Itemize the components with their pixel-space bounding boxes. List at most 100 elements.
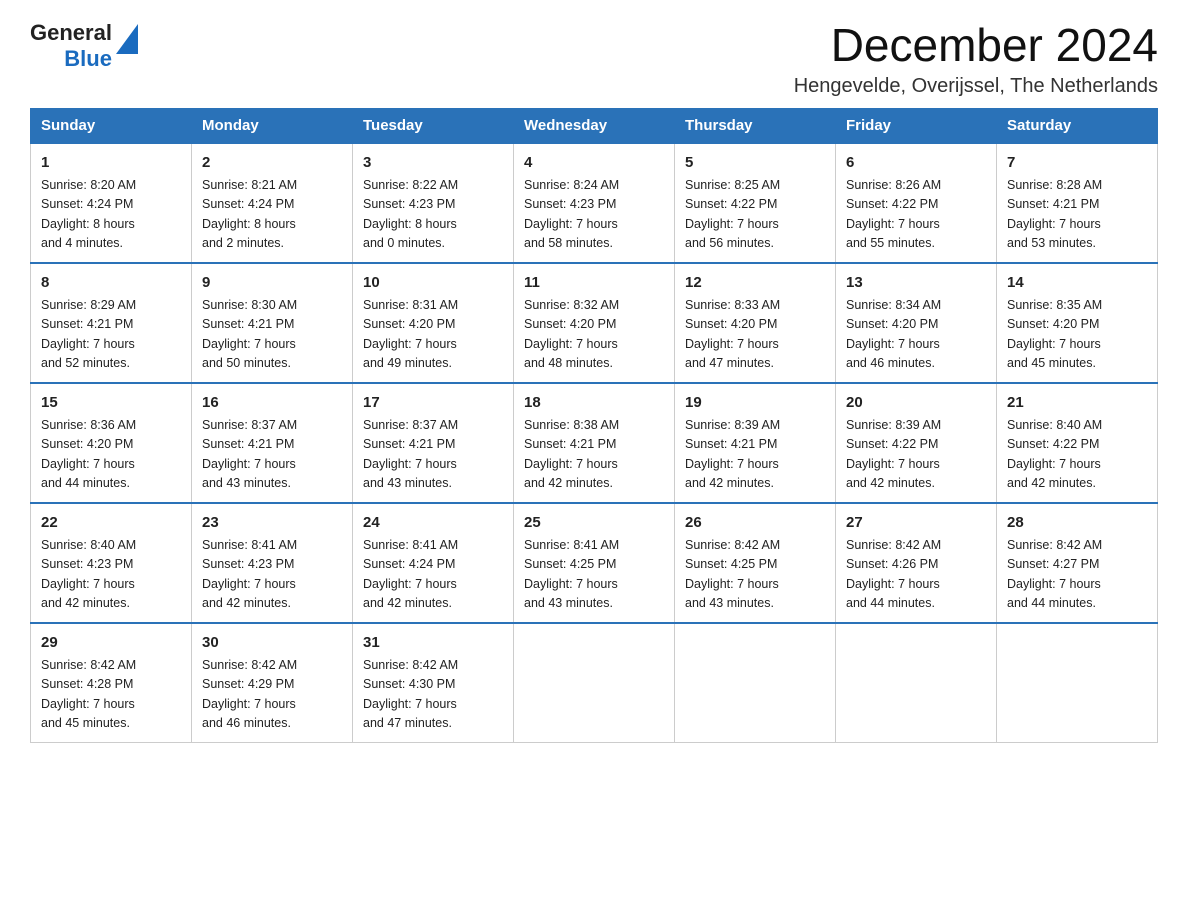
calendar-cell: 30Sunrise: 8:42 AM Sunset: 4:29 PM Dayli… [192, 623, 353, 743]
day-info: Sunrise: 8:39 AM Sunset: 4:22 PM Dayligh… [846, 416, 986, 494]
day-number: 11 [524, 272, 664, 295]
day-info: Sunrise: 8:38 AM Sunset: 4:21 PM Dayligh… [524, 416, 664, 494]
day-number: 12 [685, 272, 825, 295]
calendar-cell: 29Sunrise: 8:42 AM Sunset: 4:28 PM Dayli… [31, 623, 192, 743]
calendar-cell: 22Sunrise: 8:40 AM Sunset: 4:23 PM Dayli… [31, 503, 192, 623]
calendar-cell: 19Sunrise: 8:39 AM Sunset: 4:21 PM Dayli… [675, 383, 836, 503]
calendar-week-row: 22Sunrise: 8:40 AM Sunset: 4:23 PM Dayli… [31, 503, 1158, 623]
day-info: Sunrise: 8:35 AM Sunset: 4:20 PM Dayligh… [1007, 296, 1147, 374]
day-info: Sunrise: 8:20 AM Sunset: 4:24 PM Dayligh… [41, 176, 181, 254]
day-info: Sunrise: 8:42 AM Sunset: 4:26 PM Dayligh… [846, 536, 986, 614]
day-number: 16 [202, 392, 342, 415]
day-info: Sunrise: 8:22 AM Sunset: 4:23 PM Dayligh… [363, 176, 503, 254]
day-info: Sunrise: 8:40 AM Sunset: 4:23 PM Dayligh… [41, 536, 181, 614]
col-header-saturday: Saturday [997, 108, 1158, 143]
day-info: Sunrise: 8:42 AM Sunset: 4:28 PM Dayligh… [41, 656, 181, 734]
day-info: Sunrise: 8:32 AM Sunset: 4:20 PM Dayligh… [524, 296, 664, 374]
logo-blue-text: Blue [64, 46, 112, 72]
day-info: Sunrise: 8:24 AM Sunset: 4:23 PM Dayligh… [524, 176, 664, 254]
day-number: 20 [846, 392, 986, 415]
calendar-cell: 31Sunrise: 8:42 AM Sunset: 4:30 PM Dayli… [353, 623, 514, 743]
col-header-monday: Monday [192, 108, 353, 143]
day-number: 25 [524, 512, 664, 535]
calendar-cell: 28Sunrise: 8:42 AM Sunset: 4:27 PM Dayli… [997, 503, 1158, 623]
day-info: Sunrise: 8:31 AM Sunset: 4:20 PM Dayligh… [363, 296, 503, 374]
day-number: 13 [846, 272, 986, 295]
day-number: 1 [41, 152, 181, 175]
col-header-tuesday: Tuesday [353, 108, 514, 143]
day-info: Sunrise: 8:21 AM Sunset: 4:24 PM Dayligh… [202, 176, 342, 254]
calendar-cell: 3Sunrise: 8:22 AM Sunset: 4:23 PM Daylig… [353, 143, 514, 263]
day-number: 9 [202, 272, 342, 295]
month-year-title: December 2024 [794, 20, 1158, 71]
location-subtitle: Hengevelde, Overijssel, The Netherlands [794, 75, 1158, 98]
day-number: 2 [202, 152, 342, 175]
calendar-cell: 7Sunrise: 8:28 AM Sunset: 4:21 PM Daylig… [997, 143, 1158, 263]
day-number: 22 [41, 512, 181, 535]
day-number: 21 [1007, 392, 1147, 415]
day-number: 23 [202, 512, 342, 535]
calendar-cell: 6Sunrise: 8:26 AM Sunset: 4:22 PM Daylig… [836, 143, 997, 263]
day-number: 18 [524, 392, 664, 415]
day-info: Sunrise: 8:25 AM Sunset: 4:22 PM Dayligh… [685, 176, 825, 254]
day-number: 10 [363, 272, 503, 295]
day-info: Sunrise: 8:28 AM Sunset: 4:21 PM Dayligh… [1007, 176, 1147, 254]
day-number: 26 [685, 512, 825, 535]
day-info: Sunrise: 8:41 AM Sunset: 4:25 PM Dayligh… [524, 536, 664, 614]
day-number: 24 [363, 512, 503, 535]
day-number: 31 [363, 632, 503, 655]
calendar-cell [514, 623, 675, 743]
day-info: Sunrise: 8:34 AM Sunset: 4:20 PM Dayligh… [846, 296, 986, 374]
day-number: 14 [1007, 272, 1147, 295]
logo-general-text: General [30, 20, 112, 46]
calendar-cell: 25Sunrise: 8:41 AM Sunset: 4:25 PM Dayli… [514, 503, 675, 623]
col-header-thursday: Thursday [675, 108, 836, 143]
day-number: 5 [685, 152, 825, 175]
calendar-cell: 27Sunrise: 8:42 AM Sunset: 4:26 PM Dayli… [836, 503, 997, 623]
calendar-cell: 9Sunrise: 8:30 AM Sunset: 4:21 PM Daylig… [192, 263, 353, 383]
title-block: December 2024 Hengevelde, Overijssel, Th… [794, 20, 1158, 98]
calendar-week-row: 8Sunrise: 8:29 AM Sunset: 4:21 PM Daylig… [31, 263, 1158, 383]
calendar-week-row: 1Sunrise: 8:20 AM Sunset: 4:24 PM Daylig… [31, 143, 1158, 263]
calendar-cell: 8Sunrise: 8:29 AM Sunset: 4:21 PM Daylig… [31, 263, 192, 383]
col-header-friday: Friday [836, 108, 997, 143]
day-info: Sunrise: 8:42 AM Sunset: 4:27 PM Dayligh… [1007, 536, 1147, 614]
calendar-cell: 16Sunrise: 8:37 AM Sunset: 4:21 PM Dayli… [192, 383, 353, 503]
day-number: 19 [685, 392, 825, 415]
day-number: 6 [846, 152, 986, 175]
day-number: 28 [1007, 512, 1147, 535]
calendar-cell: 23Sunrise: 8:41 AM Sunset: 4:23 PM Dayli… [192, 503, 353, 623]
day-info: Sunrise: 8:37 AM Sunset: 4:21 PM Dayligh… [202, 416, 342, 494]
day-info: Sunrise: 8:33 AM Sunset: 4:20 PM Dayligh… [685, 296, 825, 374]
calendar-cell: 4Sunrise: 8:24 AM Sunset: 4:23 PM Daylig… [514, 143, 675, 263]
day-info: Sunrise: 8:42 AM Sunset: 4:29 PM Dayligh… [202, 656, 342, 734]
calendar-cell: 2Sunrise: 8:21 AM Sunset: 4:24 PM Daylig… [192, 143, 353, 263]
calendar-week-row: 15Sunrise: 8:36 AM Sunset: 4:20 PM Dayli… [31, 383, 1158, 503]
logo-triangle-icon [116, 24, 138, 54]
calendar-cell: 1Sunrise: 8:20 AM Sunset: 4:24 PM Daylig… [31, 143, 192, 263]
col-header-wednesday: Wednesday [514, 108, 675, 143]
calendar-cell: 18Sunrise: 8:38 AM Sunset: 4:21 PM Dayli… [514, 383, 675, 503]
calendar-cell [997, 623, 1158, 743]
calendar-week-row: 29Sunrise: 8:42 AM Sunset: 4:28 PM Dayli… [31, 623, 1158, 743]
day-info: Sunrise: 8:39 AM Sunset: 4:21 PM Dayligh… [685, 416, 825, 494]
calendar-cell: 17Sunrise: 8:37 AM Sunset: 4:21 PM Dayli… [353, 383, 514, 503]
day-number: 17 [363, 392, 503, 415]
calendar-cell: 26Sunrise: 8:42 AM Sunset: 4:25 PM Dayli… [675, 503, 836, 623]
day-info: Sunrise: 8:40 AM Sunset: 4:22 PM Dayligh… [1007, 416, 1147, 494]
calendar-cell: 13Sunrise: 8:34 AM Sunset: 4:20 PM Dayli… [836, 263, 997, 383]
calendar-cell: 11Sunrise: 8:32 AM Sunset: 4:20 PM Dayli… [514, 263, 675, 383]
calendar-table: SundayMondayTuesdayWednesdayThursdayFrid… [30, 108, 1158, 743]
day-number: 8 [41, 272, 181, 295]
day-info: Sunrise: 8:29 AM Sunset: 4:21 PM Dayligh… [41, 296, 181, 374]
calendar-cell: 21Sunrise: 8:40 AM Sunset: 4:22 PM Dayli… [997, 383, 1158, 503]
day-info: Sunrise: 8:42 AM Sunset: 4:25 PM Dayligh… [685, 536, 825, 614]
calendar-cell: 24Sunrise: 8:41 AM Sunset: 4:24 PM Dayli… [353, 503, 514, 623]
day-info: Sunrise: 8:36 AM Sunset: 4:20 PM Dayligh… [41, 416, 181, 494]
col-header-sunday: Sunday [31, 108, 192, 143]
page-header: General Blue December 2024 Hengevelde, O… [30, 20, 1158, 98]
day-info: Sunrise: 8:41 AM Sunset: 4:24 PM Dayligh… [363, 536, 503, 614]
day-number: 27 [846, 512, 986, 535]
calendar-cell: 15Sunrise: 8:36 AM Sunset: 4:20 PM Dayli… [31, 383, 192, 503]
day-number: 3 [363, 152, 503, 175]
